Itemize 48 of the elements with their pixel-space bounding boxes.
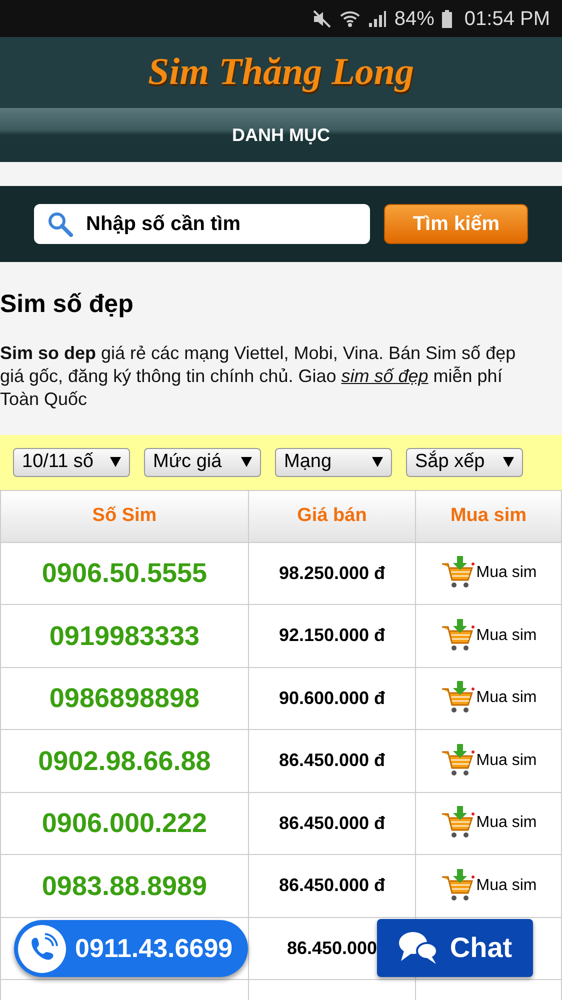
- price: 86.450.000: [286, 936, 378, 960]
- cart-icon[interactable]: [440, 806, 476, 840]
- cart-icon[interactable]: [440, 618, 476, 653]
- caret-icon: [503, 457, 514, 467]
- caret-icon: [241, 457, 252, 467]
- caret-icon: [110, 457, 121, 467]
- phone-icon: [17, 924, 67, 974]
- price: 90.600.000 đ: [278, 686, 386, 710]
- chat-icon: [398, 931, 438, 965]
- signal-icon: [368, 10, 386, 28]
- filter-dropdown[interactable]: Mạng: [275, 448, 392, 476]
- intro-paragraph: Sim so dep giá rẻ các mạng Viettel, Mobi, Vina. Bán Sim số đẹp giá gốc, đăng ký thông tin chính chủ. Giao sim số đẹp miễn phí Toàn Quốc: [0, 342, 517, 410]
- buy-link[interactable]: Mua sim: [476, 561, 537, 586]
- search-field[interactable]: Nhập số cần tìm: [34, 204, 370, 244]
- buy-link[interactable]: Mua sim: [476, 686, 537, 710]
- buy-link[interactable]: Mua sim: [476, 748, 537, 773]
- site-logo[interactable]: Sim Thăng Long: [148, 44, 414, 101]
- page-heading: Sim số đẹp: [0, 289, 134, 320]
- call-button[interactable]: 0911.43.6699: [14, 920, 248, 977]
- cart-icon[interactable]: [440, 868, 476, 903]
- caret-icon: [372, 457, 383, 467]
- price: 86.450.000 đ: [278, 812, 386, 835]
- menu-label: DANH MỤC: [232, 124, 330, 146]
- wifi-icon: [340, 10, 360, 28]
- clock: 01:54 PM: [464, 6, 550, 32]
- price: 92.150.000 đ: [278, 624, 386, 648]
- mute-icon: [312, 10, 332, 28]
- column-header: Mua sim: [416, 490, 562, 542]
- battery-icon: [442, 10, 452, 28]
- battery-percent: 84%: [394, 6, 434, 32]
- nav-bar[interactable]: DANH MỤC: [0, 108, 562, 162]
- search-icon: [47, 211, 73, 237]
- cart-icon[interactable]: [440, 556, 476, 590]
- column-header: Giá bán: [249, 490, 416, 542]
- filter-dropdown[interactable]: Sắp xếp: [406, 448, 523, 476]
- column-header: Số Sim: [1, 490, 249, 542]
- price: 86.450.000 đ: [278, 874, 386, 898]
- buy-link[interactable]: Mua sim: [476, 874, 537, 898]
- filter-dropdown[interactable]: 10/11 số: [13, 448, 130, 476]
- cart-icon[interactable]: [440, 681, 476, 716]
- buy-link[interactable]: Mua sim: [476, 811, 537, 836]
- cart-icon[interactable]: [440, 744, 476, 778]
- intro-link[interactable]: sim số đẹp: [341, 366, 428, 386]
- filter-dropdown[interactable]: Mức giá: [144, 448, 261, 476]
- chat-button[interactable]: Chat: [377, 919, 533, 977]
- price: 86.450.000 đ: [278, 749, 386, 772]
- buy-link[interactable]: Mua sim: [476, 624, 537, 648]
- price: 98.250.000 đ: [278, 562, 386, 585]
